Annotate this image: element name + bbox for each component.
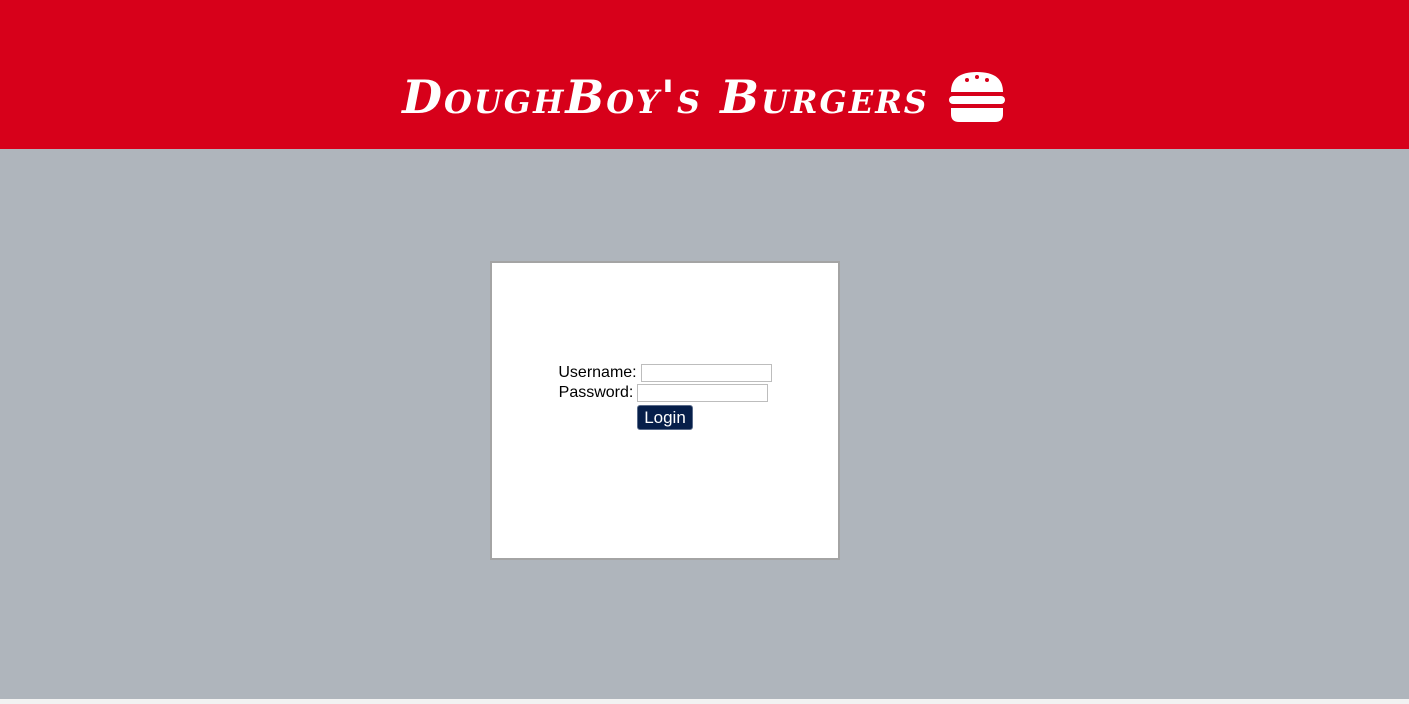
password-input[interactable] — [637, 384, 769, 402]
brand: DoughBoy's Burgers — [402, 70, 1007, 124]
burger-icon — [947, 70, 1007, 124]
username-input[interactable] — [640, 364, 772, 382]
site-header: DoughBoy's Burgers — [0, 0, 1409, 149]
footer-strip — [0, 699, 1409, 704]
password-label: Password: — [558, 384, 634, 401]
site-title: DoughBoy's Burgers — [402, 69, 929, 124]
page: DoughBoy's Burgers Username: Password: L… — [0, 0, 1409, 704]
login-button[interactable]: Login — [637, 405, 693, 430]
main-content: Username: Password: Login — [0, 149, 1409, 699]
username-row: Username: — [492, 363, 838, 383]
password-row: Password: — [489, 383, 838, 403]
login-card: Username: Password: Login — [490, 261, 840, 560]
username-label: Username: — [558, 364, 637, 381]
login-form: Username: Password: Login — [492, 363, 838, 430]
